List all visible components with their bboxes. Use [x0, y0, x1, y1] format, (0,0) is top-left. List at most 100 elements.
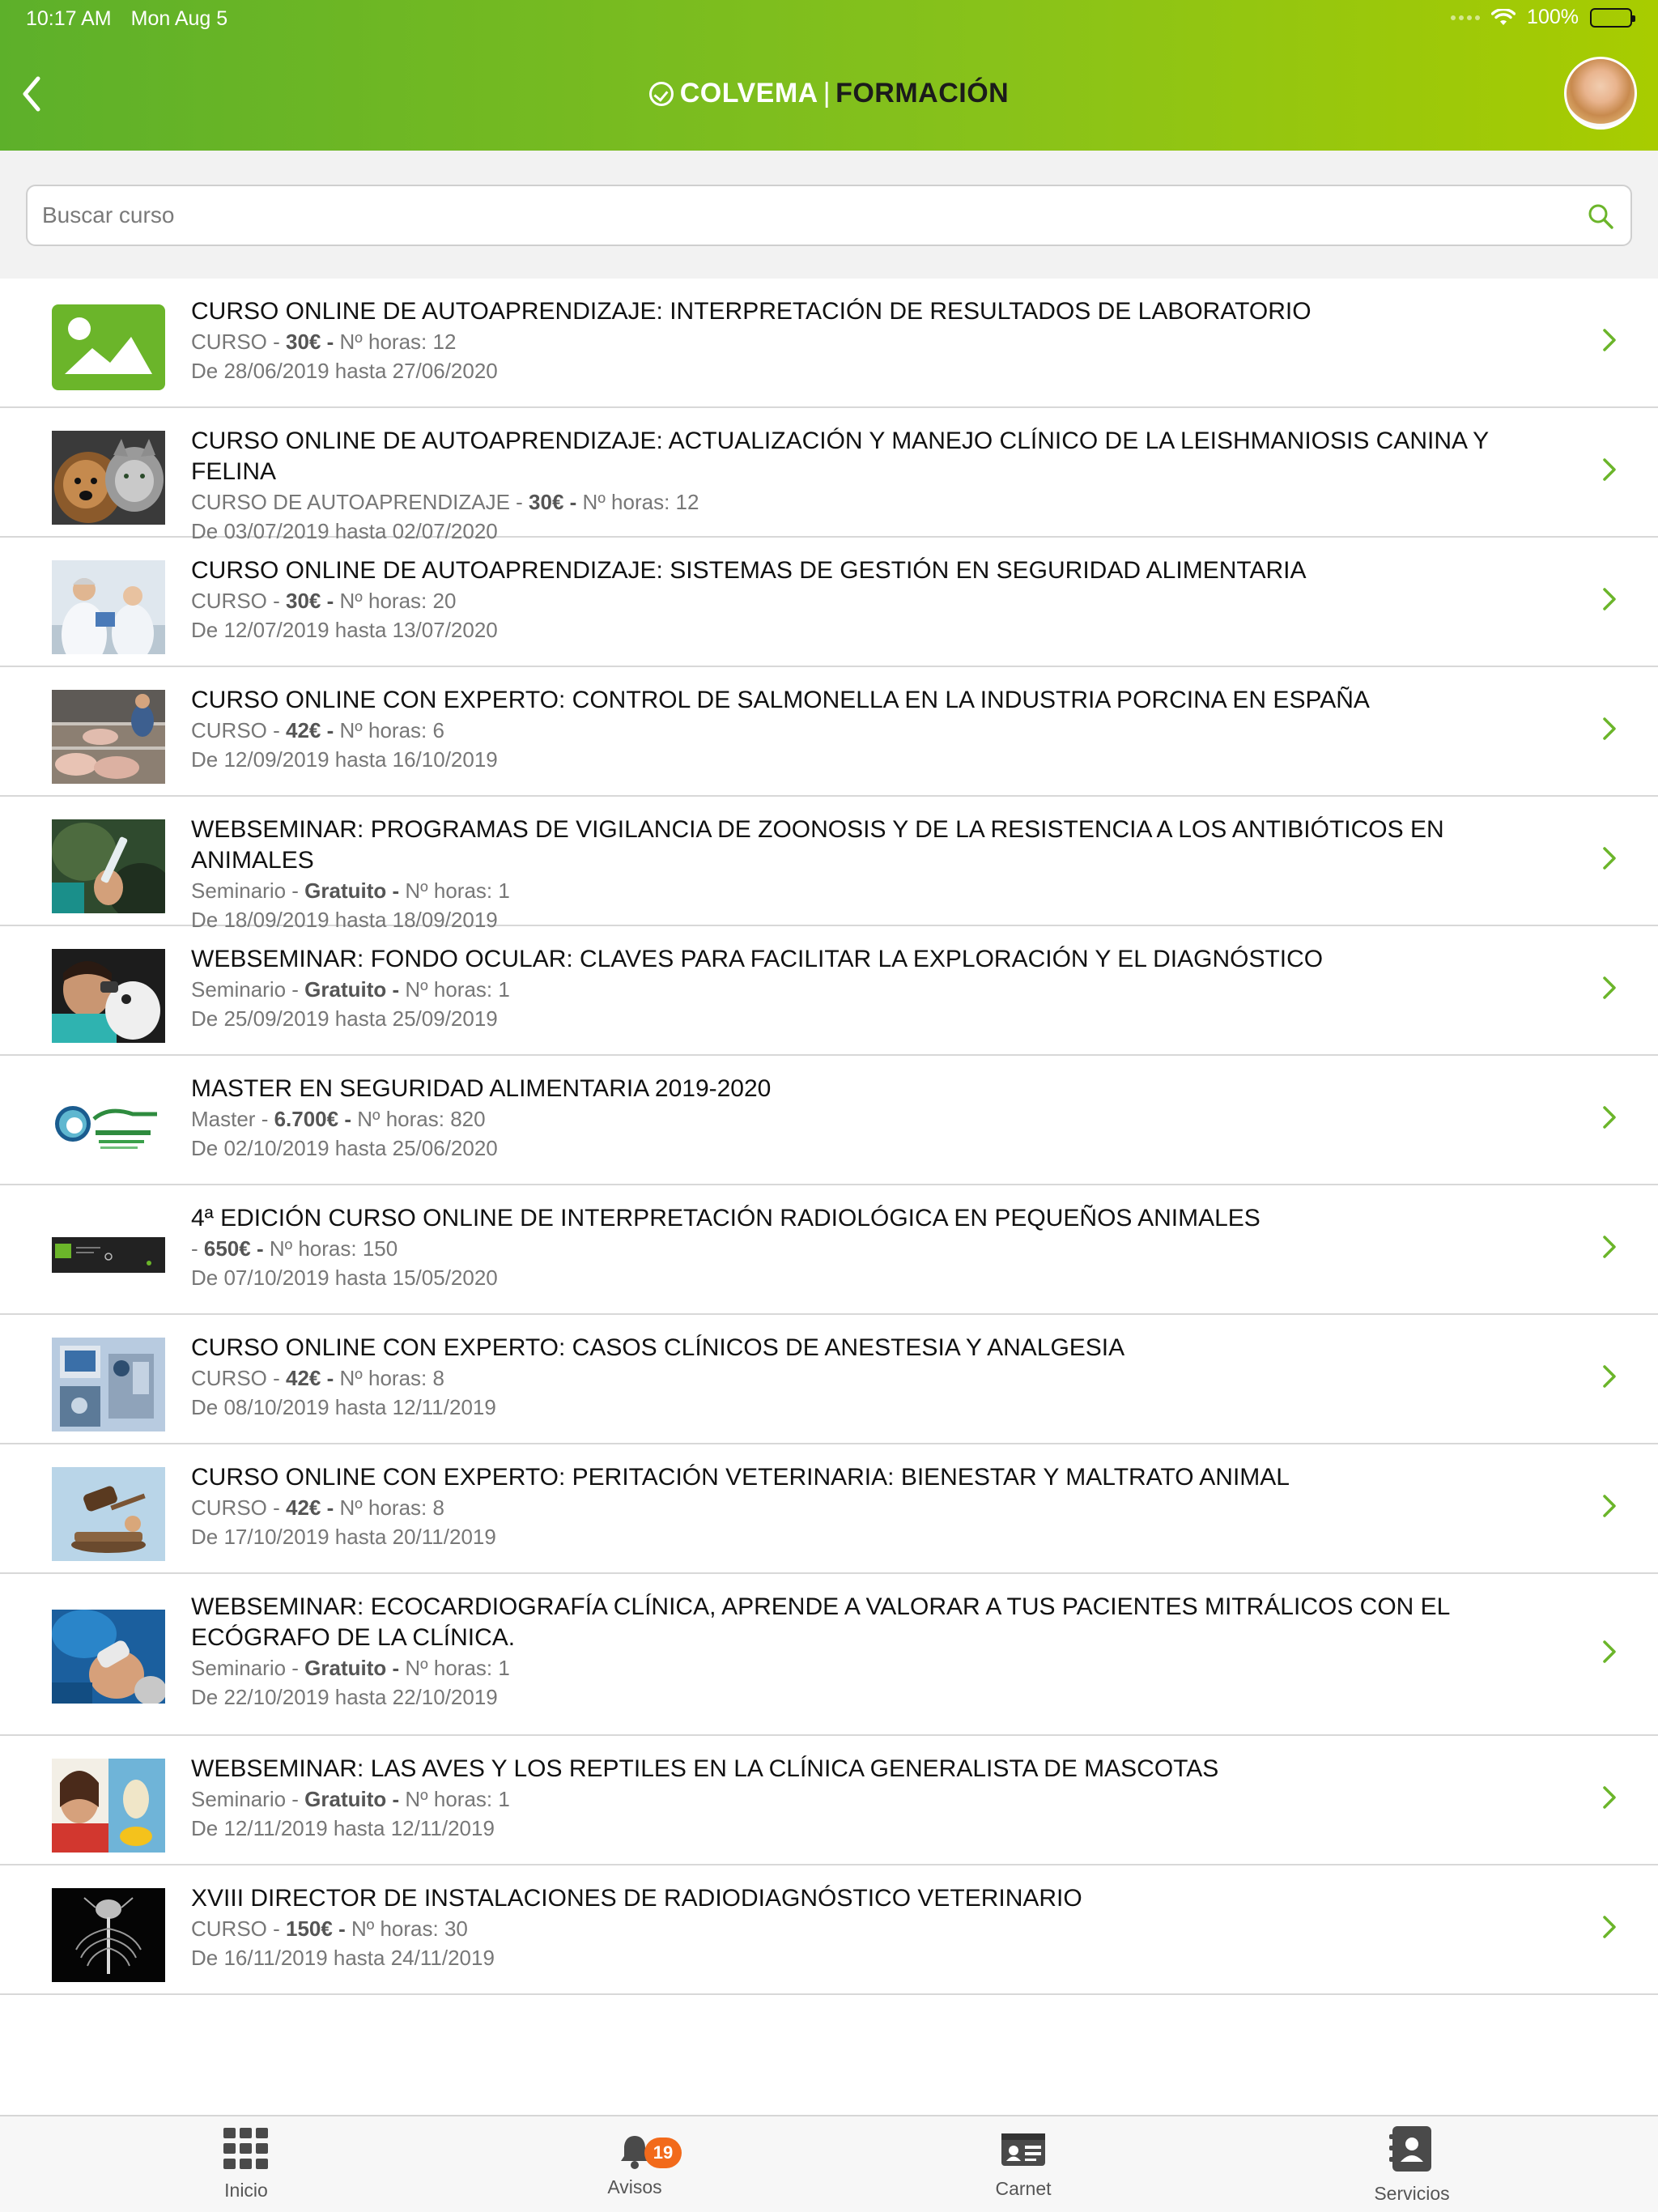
tab-inicio[interactable]: Inicio — [165, 2116, 327, 2212]
course-row[interactable]: CURSO ONLINE DE AUTOAPRENDIZAJE: SISTEMA… — [0, 538, 1658, 667]
course-meta: Master - 6.700€ - Nº horas: 820 — [191, 1107, 486, 1131]
chevron-right-icon — [1603, 1236, 1616, 1258]
course-row[interactable]: CURSO ONLINE CON EXPERTO: CONTROL DE SAL… — [0, 667, 1658, 797]
course-row[interactable]: CURSO ONLINE CON EXPERTO: CASOS CLÍNICOS… — [0, 1315, 1658, 1444]
battery-percent: 100% — [1527, 6, 1579, 28]
grid-icon — [223, 2128, 268, 2169]
cellular-signal-icon — [1451, 15, 1481, 20]
anesthesia-machine-photo — [52, 1338, 165, 1431]
chevron-right-icon — [1603, 329, 1616, 351]
tab-label: Carnet — [995, 2178, 1052, 2199]
course-meta: Seminario - Gratuito - Nº horas: 1 — [191, 977, 510, 1002]
course-title: CURSO ONLINE DE AUTOAPRENDIZAJE: INTERPR… — [191, 298, 1312, 325]
course-dates: De 08/10/2019 hasta 12/11/2019 — [191, 1395, 496, 1419]
birds-reptiles-photo — [52, 1759, 165, 1853]
course-dates: De 02/10/2019 hasta 25/06/2020 — [191, 1136, 498, 1160]
course-row[interactable]: CURSO ONLINE DE AUTOAPRENDIZAJE: INTERPR… — [0, 279, 1658, 408]
course-dates: De 22/10/2019 hasta 22/10/2019 — [191, 1685, 498, 1709]
eye-exam-photo — [52, 949, 165, 1043]
course-meta: CURSO DE AUTOAPRENDIZAJE - 30€ - Nº hora… — [191, 490, 699, 514]
gavel-photo — [52, 1467, 165, 1561]
brand-subtitle: FORMACIÓN — [835, 78, 1010, 108]
colvema-logo-icon — [648, 81, 674, 106]
course-title: CURSO ONLINE DE AUTOAPRENDIZAJE: ACTUALI… — [191, 428, 1489, 485]
user-avatar[interactable] — [1564, 57, 1637, 130]
chevron-right-icon — [1603, 847, 1616, 870]
course-meta: CURSO - 42€ - Nº horas: 6 — [191, 718, 444, 742]
course-title: CURSO ONLINE CON EXPERTO: CASOS CLÍNICOS… — [191, 1334, 1125, 1361]
course-row[interactable]: MASTER EN SEGURIDAD ALIMENTARIA 2019-202… — [0, 1056, 1658, 1185]
course-title: WEBSEMINAR: ECOCARDIOGRAFÍA CLÍNICA, APR… — [191, 1593, 1450, 1651]
wifi-icon — [1491, 8, 1516, 25]
course-meta: CURSO - 30€ - Nº horas: 20 — [191, 589, 457, 613]
course-title: 4ª EDICIÓN CURSO ONLINE DE INTERPRETACIÓ… — [191, 1205, 1261, 1231]
chevron-right-icon — [1603, 1916, 1616, 1938]
search-bar-container — [0, 151, 1658, 279]
course-list: CURSO ONLINE DE AUTOAPRENDIZAJE: INTERPR… — [0, 279, 1658, 1995]
tab-label: Avisos — [607, 2176, 662, 2197]
search-input[interactable] — [42, 186, 1564, 245]
course-row[interactable]: WEBSEMINAR: FONDO OCULAR: CLAVES PARA FA… — [0, 926, 1658, 1056]
course-row[interactable]: 4ª EDICIÓN CURSO ONLINE DE INTERPRETACIÓ… — [0, 1185, 1658, 1315]
chevron-right-icon — [1603, 976, 1616, 999]
course-title: CURSO ONLINE CON EXPERTO: PERITACIÓN VET… — [191, 1464, 1290, 1491]
search-box[interactable] — [26, 185, 1632, 246]
course-dates: De 07/10/2019 hasta 15/05/2020 — [191, 1266, 498, 1290]
brand-name: COLVEMA — [679, 78, 818, 108]
course-title: WEBSEMINAR: PROGRAMAS DE VIGILANCIA DE Z… — [191, 816, 1444, 874]
course-dates: De 12/09/2019 hasta 16/10/2019 — [191, 747, 498, 772]
course-dates: De 25/09/2019 hasta 25/09/2019 — [191, 1006, 498, 1031]
course-row[interactable]: WEBSEMINAR: ECOCARDIOGRAFÍA CLÍNICA, APR… — [0, 1574, 1658, 1736]
contacts-book-icon — [1389, 2126, 1431, 2172]
id-card-icon — [1001, 2133, 1045, 2166]
course-row[interactable]: CURSO ONLINE DE AUTOAPRENDIZAJE: ACTUALI… — [0, 408, 1658, 543]
app-header: 10:17 AM Mon Aug 5 100% COLVEMA | FORMAC… — [0, 0, 1658, 151]
tab-avisos[interactable]: 19 Avisos — [554, 2116, 716, 2212]
notification-badge: 19 — [644, 2138, 682, 2168]
course-title: XVIII DIRECTOR DE INSTALACIONES DE RADIO… — [191, 1885, 1082, 1912]
course-meta: Seminario - Gratuito - Nº horas: 1 — [191, 1787, 510, 1811]
course-title: CURSO ONLINE DE AUTOAPRENDIZAJE: SISTEMA… — [191, 557, 1307, 584]
course-meta: CURSO - 42€ - Nº horas: 8 — [191, 1366, 444, 1390]
course-meta: CURSO - 42€ - Nº horas: 8 — [191, 1495, 444, 1520]
course-meta: CURSO - 150€ - Nº horas: 30 — [191, 1916, 468, 1941]
chevron-right-icon — [1603, 1495, 1616, 1517]
chevron-right-icon — [1603, 1640, 1616, 1663]
lab-workers-photo — [52, 560, 165, 654]
course-row[interactable]: XVIII DIRECTOR DE INSTALACIONES DE RADIO… — [0, 1865, 1658, 1995]
course-meta: Seminario - Gratuito - Nº horas: 1 — [191, 1656, 510, 1680]
tab-carnet[interactable]: Carnet — [942, 2116, 1104, 2212]
course-row[interactable]: WEBSEMINAR: LAS AVES Y LOS REPTILES EN L… — [0, 1736, 1658, 1865]
course-dates: De 17/10/2019 hasta 20/11/2019 — [191, 1525, 496, 1549]
battery-icon — [1590, 7, 1635, 28]
brand-separator: | — [823, 78, 831, 108]
course-title: WEBSEMINAR: FONDO OCULAR: CLAVES PARA FA… — [191, 946, 1324, 972]
chevron-right-icon — [1603, 1365, 1616, 1388]
tab-label: Inicio — [224, 2180, 268, 2201]
tab-servicios[interactable]: Servicios — [1331, 2116, 1493, 2212]
course-dates: De 12/07/2019 hasta 13/07/2020 — [191, 618, 498, 642]
course-dates: De 16/11/2019 hasta 24/11/2019 — [191, 1946, 495, 1970]
chevron-right-icon — [1603, 588, 1616, 610]
radiology-banner — [52, 1208, 165, 1302]
status-time: 10:17 AM — [26, 7, 112, 30]
xray-skeleton-photo — [52, 1888, 165, 1982]
tab-bar: Inicio 19 Avisos Carnet Servicios — [0, 2115, 1658, 2212]
course-row[interactable]: CURSO ONLINE CON EXPERTO: PERITACIÓN VET… — [0, 1444, 1658, 1574]
app-title: COLVEMA | FORMACIÓN — [0, 78, 1658, 109]
course-meta: Seminario - Gratuito - Nº horas: 1 — [191, 878, 510, 903]
course-meta: CURSO - 30€ - Nº horas: 12 — [191, 330, 457, 354]
course-title: WEBSEMINAR: LAS AVES Y LOS REPTILES EN L… — [191, 1755, 1219, 1782]
course-row[interactable]: WEBSEMINAR: PROGRAMAS DE VIGILANCIA DE Z… — [0, 797, 1658, 932]
course-title: CURSO ONLINE CON EXPERTO: CONTROL DE SAL… — [191, 687, 1370, 713]
pig-farm-photo — [52, 690, 165, 784]
course-meta: - 650€ - Nº horas: 150 — [191, 1236, 398, 1261]
status-date: Mon Aug 5 — [130, 7, 228, 30]
ultrasound-photo — [52, 1610, 165, 1704]
placeholder-image-icon — [52, 301, 165, 395]
chevron-right-icon — [1603, 458, 1616, 481]
syringe-photo — [52, 819, 165, 913]
search-icon[interactable] — [1587, 202, 1614, 230]
chevron-right-icon — [1603, 1786, 1616, 1809]
course-dates: De 12/11/2019 hasta 12/11/2019 — [191, 1816, 495, 1840]
